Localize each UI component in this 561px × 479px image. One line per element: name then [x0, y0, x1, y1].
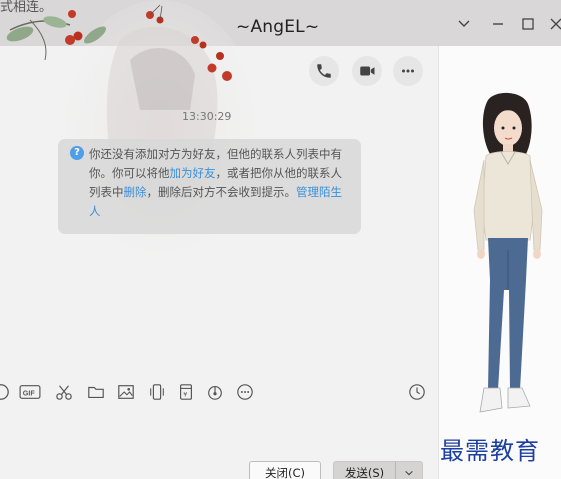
input-toolbar: GIF ¥: [0, 378, 438, 406]
contact-avatar-figure: [473, 92, 543, 413]
phone-icon: [317, 64, 331, 78]
svg-text:GIF: GIF: [23, 389, 36, 398]
add-friend-link[interactable]: 加为好友: [170, 166, 216, 180]
history-clock-icon: [409, 384, 425, 400]
gif-button[interactable]: GIF: [18, 381, 42, 403]
svg-text:¥: ¥: [183, 392, 187, 399]
question-icon: ?: [70, 146, 84, 160]
red-packet-button[interactable]: ¥: [175, 381, 197, 403]
emoji-button[interactable]: [0, 381, 12, 403]
window-title: ~AngEL~: [236, 17, 320, 37]
emoji-icon: [0, 384, 9, 400]
voice-call-button[interactable]: [309, 56, 339, 86]
minimize-icon: [493, 23, 503, 25]
more-dots-icon: [402, 69, 414, 73]
maximize-icon: [522, 18, 534, 30]
scissors-icon: [56, 385, 72, 400]
shake-icon: [150, 384, 164, 400]
image-button[interactable]: [115, 381, 137, 403]
more-circle-icon: [237, 384, 253, 400]
maximize-button[interactable]: [518, 14, 538, 34]
more-options-button[interactable]: [393, 56, 423, 86]
send-options-dropdown[interactable]: [395, 461, 423, 479]
gif-icon: GIF: [19, 385, 41, 399]
close-icon: [550, 18, 561, 30]
music-button[interactable]: [204, 381, 226, 403]
screenshot-button[interactable]: [53, 381, 75, 403]
notice-text-3: ，删除后对方不会收到提示。: [146, 185, 297, 199]
close-window-button[interactable]: [546, 14, 561, 34]
image-icon: [118, 385, 134, 399]
close-chat-button[interactable]: 关闭(C): [249, 461, 321, 479]
red-packet-icon: ¥: [180, 384, 192, 400]
send-button[interactable]: 发送(S): [333, 461, 395, 479]
watermark-text: 最需教育: [440, 437, 540, 465]
video-call-button[interactable]: [352, 56, 382, 86]
more-tools-button[interactable]: [234, 381, 256, 403]
stranger-notice: ? 你还没有添加对方为好友，但他的联系人列表中有你。你可以将他加为好友，或者把你从…: [58, 139, 361, 234]
video-camera-icon: [360, 66, 375, 76]
chevron-down-icon: [405, 470, 413, 476]
folder-icon: [88, 386, 104, 398]
delete-link[interactable]: 删除: [124, 185, 147, 199]
message-timestamp: 13:30:29: [182, 110, 232, 123]
message-input-area[interactable]: [0, 406, 438, 456]
shake-button[interactable]: [146, 381, 168, 403]
music-icon: [208, 386, 222, 400]
message-history-button[interactable]: [406, 381, 428, 403]
title-dropdown-button[interactable]: [454, 14, 474, 34]
chevron-down-icon: [458, 20, 470, 27]
file-button[interactable]: [85, 381, 107, 403]
minimize-button[interactable]: [488, 14, 508, 34]
background-text-fragment: 式相连。: [0, 0, 53, 15]
